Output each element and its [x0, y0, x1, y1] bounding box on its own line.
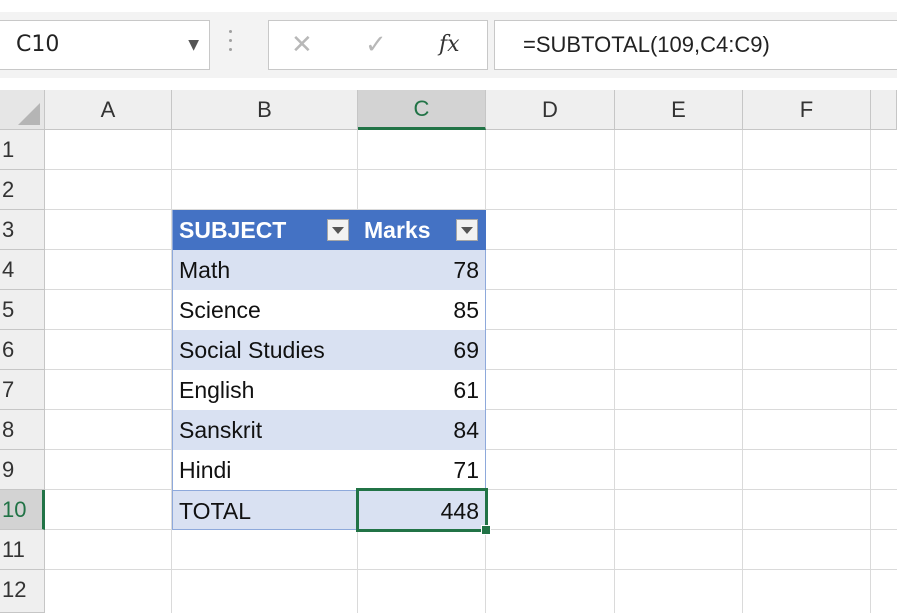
dropdown-arrow-icon[interactable]: ▼ — [188, 21, 199, 69]
column-header-b[interactable]: B — [172, 90, 358, 130]
row-header-9[interactable]: 9 — [0, 450, 45, 490]
header-label-subject: SUBJECT — [179, 217, 287, 243]
table-header-marks[interactable]: Marks — [358, 210, 486, 250]
table-cell-subject[interactable]: Hindi — [172, 450, 358, 490]
select-all-corner-icon[interactable] — [0, 90, 45, 130]
table-cell-subject[interactable]: Math — [172, 250, 358, 290]
table-cell-subject[interactable]: Science — [172, 290, 358, 330]
cancel-icon[interactable]: ✕ — [291, 21, 313, 69]
total-label-cell[interactable]: TOTAL — [172, 490, 358, 530]
column-header-f[interactable]: F — [743, 90, 871, 130]
table-cell-marks[interactable]: 85 — [358, 290, 486, 330]
formula-input[interactable]: =SUBTOTAL(109,C4:C9) — [494, 20, 897, 70]
filter-dropdown-icon[interactable] — [327, 219, 349, 241]
enter-check-icon[interactable]: ✓ — [365, 21, 387, 69]
row-header-7[interactable]: 7 — [0, 370, 45, 410]
row-header-5[interactable]: 5 — [0, 290, 45, 330]
row-header-2[interactable]: 2 — [0, 170, 45, 210]
gridline — [45, 569, 897, 570]
name-box[interactable]: C10 ▼ — [0, 20, 210, 70]
column-header-g[interactable] — [871, 90, 897, 130]
column-header-d[interactable]: D — [486, 90, 615, 130]
row-header-4[interactable]: 4 — [0, 250, 45, 290]
column-header-a[interactable]: A — [45, 90, 172, 130]
gridline — [870, 130, 871, 613]
worksheet-grid[interactable]: A B C D E F 1 2 3 4 5 6 7 8 9 10 11 12 S… — [0, 90, 897, 613]
header-label-marks: Marks — [364, 217, 431, 243]
table-cell-marks[interactable]: 61 — [358, 370, 486, 410]
table-cell-marks[interactable]: 78 — [358, 250, 486, 290]
fill-handle[interactable] — [481, 525, 491, 535]
row-header-1[interactable]: 1 — [0, 130, 45, 170]
table-cell-marks[interactable]: 84 — [358, 410, 486, 450]
formula-text[interactable]: =SUBTOTAL(109,C4:C9) — [523, 21, 770, 69]
table-cell-marks[interactable]: 69 — [358, 330, 486, 370]
row-header-8[interactable]: 8 — [0, 410, 45, 450]
table-cell-subject[interactable]: Sanskrit — [172, 410, 358, 450]
row-header-6[interactable]: 6 — [0, 330, 45, 370]
table-cell-subject[interactable]: English — [172, 370, 358, 410]
spacer — [0, 78, 897, 90]
formula-bar: C10 ▼ ✕ ✓ fx =SUBTOTAL(109,C4:C9) — [0, 12, 897, 78]
column-header-e[interactable]: E — [615, 90, 743, 130]
table-header-subject[interactable]: SUBJECT — [172, 210, 358, 250]
column-header-c[interactable]: C — [358, 90, 486, 130]
drag-handle-icon[interactable] — [228, 24, 234, 64]
gridline — [614, 130, 615, 613]
filter-dropdown-icon[interactable] — [456, 219, 478, 241]
table-cell-marks[interactable]: 71 — [358, 450, 486, 490]
name-box-value[interactable]: C10 — [16, 21, 59, 69]
function-icon[interactable]: fx — [439, 21, 460, 69]
row-header-10[interactable]: 10 — [0, 490, 45, 530]
gridline — [45, 169, 897, 170]
row-header-11[interactable]: 11 — [0, 530, 45, 570]
gridline — [742, 130, 743, 613]
row-header-12[interactable]: 12 — [0, 570, 45, 613]
active-cell-selection[interactable] — [356, 488, 491, 535]
top-strip — [0, 0, 897, 12]
formula-buttons: ✕ ✓ fx — [268, 20, 488, 70]
table-cell-subject[interactable]: Social Studies — [172, 330, 358, 370]
row-header-3[interactable]: 3 — [0, 210, 45, 250]
